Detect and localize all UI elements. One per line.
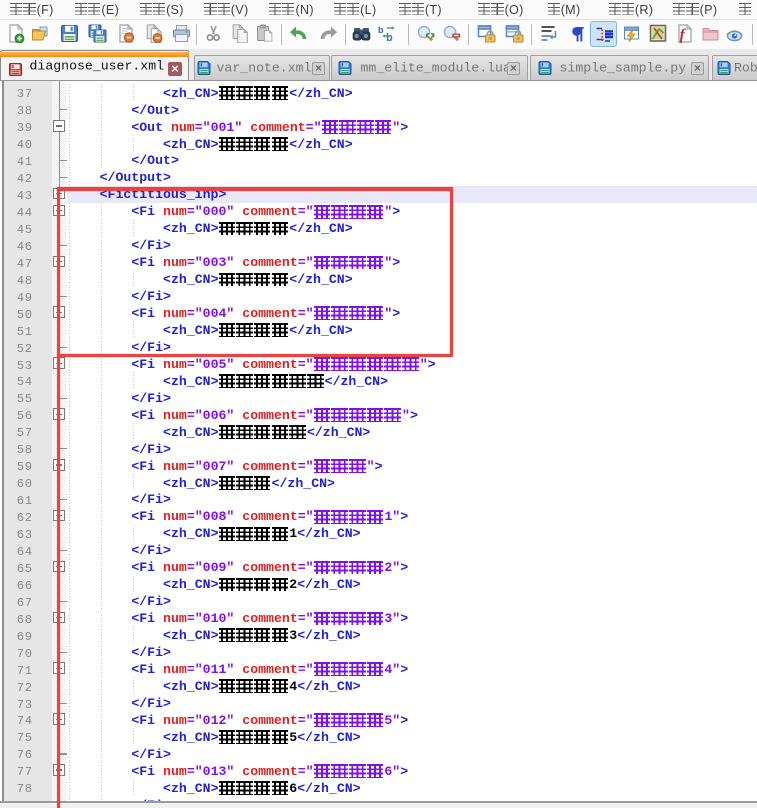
svg-text:b: b bbox=[378, 25, 384, 35]
svg-text:b: b bbox=[386, 32, 393, 43]
